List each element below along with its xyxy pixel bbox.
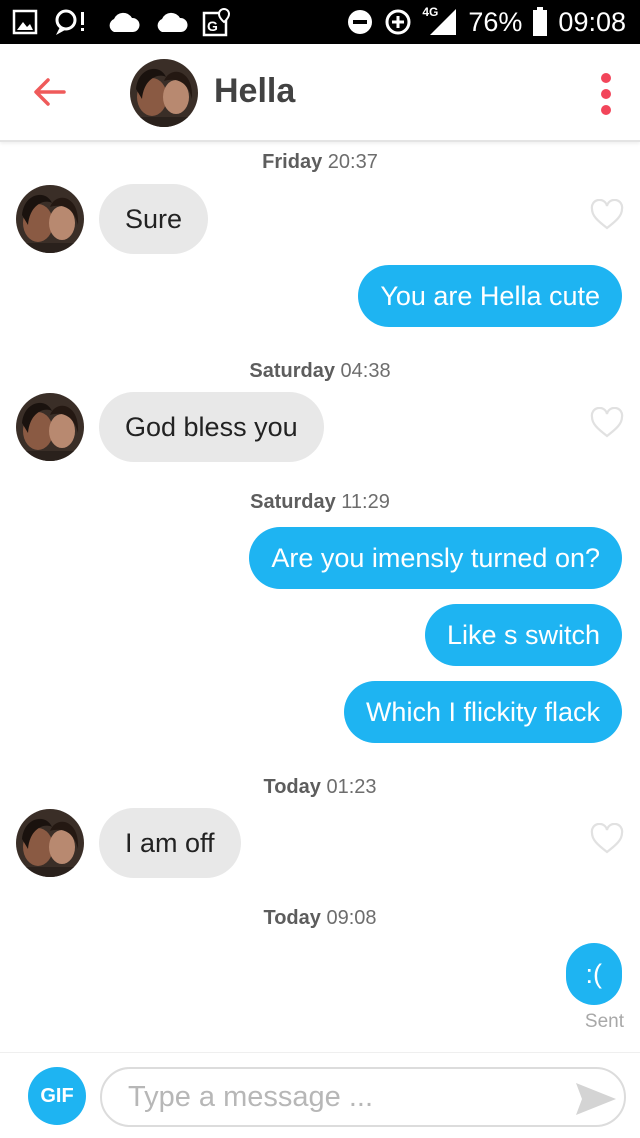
cloud-icon: [157, 12, 188, 32]
heart-like-icon[interactable]: [590, 199, 624, 231]
heart-like-icon[interactable]: [590, 407, 624, 439]
sender-avatar[interactable]: [16, 185, 84, 253]
message-input[interactable]: [100, 1067, 626, 1127]
incoming-message[interactable]: Sure: [99, 184, 209, 254]
network-type: 4G: [422, 5, 458, 37]
send-icon[interactable]: [574, 1081, 618, 1117]
incoming-message[interactable]: I am off: [99, 808, 241, 878]
avatar-photo: [16, 809, 84, 877]
outgoing-message[interactable]: Which I flickity flack: [343, 681, 622, 743]
image-icon: [12, 9, 38, 35]
more-options-icon[interactable]: [596, 72, 616, 116]
timestamp: Today 09:08: [263, 907, 377, 929]
outgoing-message[interactable]: Are you imensly turned on?: [249, 527, 622, 589]
status-bar: G 4G 76% 09:08: [0, 0, 640, 44]
data-saver-icon: [385, 9, 411, 35]
svg-text:G: G: [207, 18, 218, 34]
chat-header: Hella: [0, 44, 640, 142]
avatar-photo: [130, 59, 198, 127]
incoming-message[interactable]: God bless you: [99, 392, 324, 462]
timestamp: Today 01:23: [263, 776, 377, 798]
avatar-photo: [16, 393, 84, 461]
cloud-icon: [109, 12, 140, 32]
message-composer: GIF: [0, 1052, 640, 1138]
timestamp: Saturday 11:29: [250, 491, 390, 513]
dnd-icon: [348, 10, 373, 34]
battery-percent: 76%: [468, 6, 523, 37]
outgoing-message[interactable]: Like s switch: [424, 604, 622, 666]
contact-name[interactable]: Hella: [214, 72, 295, 111]
sender-avatar[interactable]: [16, 809, 84, 877]
timestamp: Saturday 04:38: [249, 360, 391, 382]
heart-like-icon[interactable]: [590, 823, 624, 855]
battery-icon: [533, 7, 548, 36]
back-arrow-icon[interactable]: [32, 74, 68, 110]
location-alert-icon: [55, 9, 84, 35]
outgoing-message[interactable]: :(: [565, 943, 622, 1005]
sender-avatar[interactable]: [16, 393, 84, 461]
maps-icon: G: [202, 7, 231, 37]
gif-button[interactable]: GIF: [28, 1067, 86, 1125]
outgoing-message[interactable]: You are Hella cute: [358, 265, 622, 327]
clock: 09:08: [558, 6, 626, 37]
timestamp: Friday 20:37: [262, 151, 378, 173]
avatar-photo: [16, 185, 84, 253]
delivery-status: Sent: [584, 1011, 624, 1032]
contact-avatar[interactable]: [130, 59, 198, 127]
signal-icon: [430, 9, 457, 35]
